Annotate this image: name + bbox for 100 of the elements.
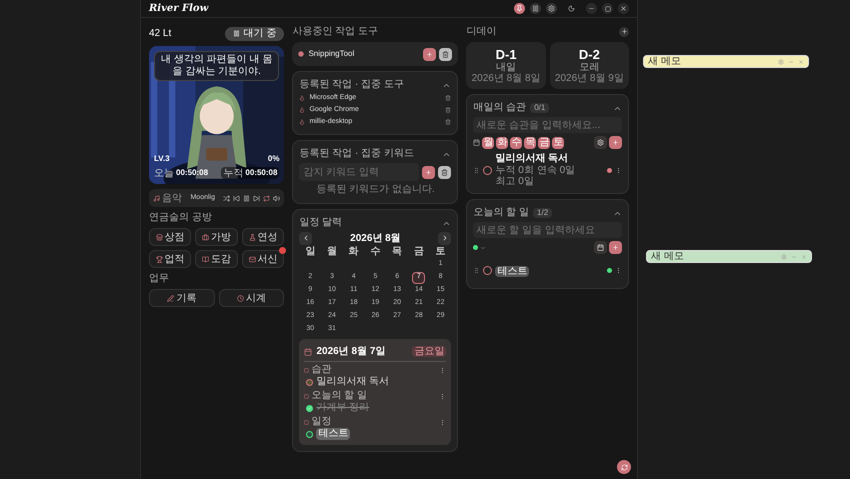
pause-icon[interactable] — [530, 3, 541, 14]
store-icon — [156, 234, 163, 240]
weekday-label: 토 — [434, 246, 447, 258]
settings-icon — [597, 139, 604, 146]
delete-icon[interactable] — [445, 95, 452, 101]
todo-field[interactable]: 새로운 할 일을 입력하세요 — [473, 222, 622, 238]
next-icon[interactable] — [253, 194, 260, 202]
calendar-icon — [597, 244, 604, 251]
music-icon — [153, 194, 160, 202]
square-icon — [304, 368, 310, 372]
section-title: 사용중인 작업 도구 — [292, 26, 380, 37]
day-badge: 금요일 — [412, 346, 446, 357]
note-title: 새 메모 — [651, 251, 684, 262]
section-title: 일정 달력 — [299, 217, 342, 229]
workshop-button[interactable]: 도감 — [195, 250, 238, 268]
clock-icon — [237, 294, 244, 302]
total-time: 00:50:08 — [245, 167, 278, 179]
add-dday-button[interactable] — [619, 26, 629, 36]
minimize-icon[interactable] — [586, 3, 597, 14]
add-button[interactable] — [609, 241, 622, 254]
detail-date: 2026년 8월 7일 — [316, 345, 386, 359]
count-badge: 1/2 — [533, 208, 552, 218]
habit-checkbox[interactable] — [483, 166, 492, 174]
square-icon — [304, 394, 310, 398]
weekday-label: 화 — [348, 246, 360, 258]
add-button[interactable] — [609, 136, 622, 149]
delete-button[interactable] — [439, 48, 452, 60]
pause-icon[interactable] — [243, 194, 250, 202]
todo-checkbox[interactable] — [483, 266, 492, 274]
plus-icon — [620, 28, 628, 35]
dropdown-icon — [480, 244, 486, 250]
next-month-button[interactable] — [438, 232, 452, 244]
work-button[interactable]: 기록 — [149, 289, 215, 307]
floating-action-button[interactable] — [617, 460, 631, 474]
note-title: 새 메모 — [648, 56, 681, 67]
workshop-button[interactable]: 서신 — [242, 250, 284, 268]
dday-name: 내일 — [496, 62, 516, 73]
pause-icon — [232, 30, 240, 37]
habit-stat: 최고 0일 — [495, 176, 534, 187]
dday-count: D-2 — [578, 47, 600, 62]
speech-bubble: 내 생각의 파편들이 내 몸을 감싸는 기분이야. — [154, 51, 280, 81]
calendar-icon — [304, 348, 312, 356]
section-title: 등록된 작업 · 집중 도구 — [299, 79, 404, 91]
trash-icon — [442, 50, 450, 58]
trash-icon — [441, 168, 448, 176]
time-label: 오늘 — [154, 168, 174, 178]
app-title: River Flow — [149, 2, 208, 16]
habit-field[interactable]: 새로운 습관을 입력하세요... — [473, 117, 622, 133]
delete-button[interactable] — [438, 166, 452, 178]
workshop-button[interactable]: 상점 — [149, 228, 192, 246]
pin-icon[interactable] — [514, 3, 525, 14]
shuffle-icon[interactable] — [223, 194, 230, 202]
dday-count: D-1 — [496, 47, 517, 62]
delete-icon[interactable] — [445, 107, 452, 113]
weekday-label: 수 — [369, 246, 382, 258]
progress-percent: 0% — [268, 153, 280, 165]
weekday-label: 일 — [304, 246, 316, 258]
add-button[interactable] — [423, 48, 436, 60]
level-label: LV.3 — [154, 153, 170, 165]
music-label: 음악 — [162, 192, 182, 204]
count-badge: 0/1 — [530, 103, 550, 113]
trophy-icon — [156, 256, 163, 262]
maximize-icon[interactable] — [602, 3, 613, 14]
add-button[interactable] — [422, 166, 436, 178]
settings-button[interactable] — [594, 136, 607, 149]
previous-icon[interactable] — [233, 194, 240, 202]
time-label: 누적 — [223, 168, 244, 178]
event-tag: 테스트 — [316, 428, 350, 440]
empty-message: 등록된 키워드가 없습니다. — [315, 183, 436, 197]
app-dot-icon — [298, 51, 304, 57]
book-icon — [202, 256, 210, 262]
workshop-button[interactable]: 연성 — [242, 228, 284, 246]
weekday-label: 목 — [391, 246, 404, 258]
previous-month-button[interactable] — [299, 232, 312, 244]
workshop-button[interactable]: 가방 — [195, 228, 238, 246]
keyword-field[interactable]: 감지 키워드 입력 — [299, 163, 420, 181]
close-icon[interactable] — [618, 3, 629, 14]
point-count: 42 Lt — [149, 27, 172, 41]
section-title: 등록된 작업 · 집중 키워드 — [299, 148, 414, 160]
volume-icon[interactable] — [273, 194, 280, 202]
status-button[interactable]: 대기 중 — [224, 26, 284, 40]
plus-icon — [426, 50, 434, 58]
detail-section-title: 습관 — [311, 364, 332, 376]
moon-icon[interactable] — [566, 3, 577, 14]
todo-text: 테스트 — [495, 265, 530, 279]
plus-icon — [612, 139, 619, 146]
pen-icon — [167, 294, 174, 302]
work-button[interactable]: 시계 — [218, 289, 284, 307]
done-check-icon — [306, 404, 314, 412]
weekday-label: 금 — [412, 246, 425, 258]
detail-section-title: 오늘의 할 일 — [311, 390, 368, 402]
detail-section-title: 일정 — [311, 416, 332, 428]
delete-icon[interactable] — [445, 119, 452, 125]
calendar-button[interactable] — [594, 241, 607, 254]
settings-icon[interactable] — [546, 3, 557, 14]
plus-icon — [612, 244, 619, 251]
repeat-icon[interactable] — [263, 194, 270, 202]
dday-date: 2026년 8월 9일 — [554, 73, 624, 84]
workshop-button[interactable]: 업적 — [149, 250, 192, 268]
flask-icon — [248, 234, 256, 240]
